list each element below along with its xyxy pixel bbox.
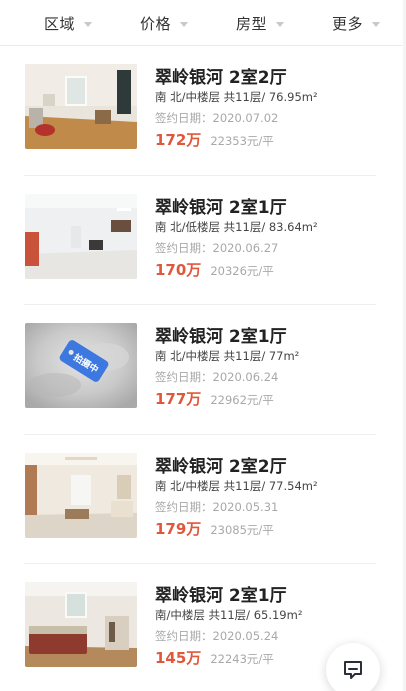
listing-meta: 南 北/低楼层 共11层/ 83.64m² (155, 219, 318, 234)
listing-price: 179万 (155, 519, 202, 538)
filter-area-label: 区域 (44, 14, 76, 33)
listing-price-row: 179万 23085元/平 (155, 518, 274, 539)
listing-unit-price: 22962元/平 (210, 393, 274, 407)
filter-area[interactable]: 区域 (44, 0, 93, 46)
listing-card[interactable]: 翠岭银河 2室2厅 南 北/中楼层 共11层/ 77.54m² 签约日期：202… (0, 435, 406, 564)
listing-unit-price: 22353元/平 (210, 134, 274, 148)
listing-photo[interactable]: 拍摄中 (25, 323, 137, 408)
chat-button[interactable] (326, 643, 380, 691)
listing-photo[interactable] (25, 452, 137, 538)
listing-unit-price: 23085元/平 (210, 522, 274, 537)
listing-title: 翠岭银河 2室1厅 (155, 327, 287, 347)
listing-price: 177万 (155, 390, 202, 408)
caret-down-icon (84, 21, 93, 27)
listing-price: 170万 (155, 260, 202, 279)
filter-layout[interactable]: 房型 (236, 0, 285, 46)
listing-title: 翠岭银河 2室2厅 (155, 456, 287, 477)
listing-photo[interactable] (25, 193, 137, 279)
listing-date: 签约日期：2020.05.31 (155, 499, 279, 514)
listing-date: 签约日期：2020.06.24 (155, 370, 279, 384)
listing-meta: 南 北/中楼层 共11层/ 76.95m² (155, 90, 318, 104)
caret-down-icon (180, 21, 189, 27)
listing-unit-price: 22243元/平 (210, 652, 274, 666)
listing-photo[interactable] (25, 64, 137, 149)
listing-meta: 南 北/中楼层 共11层/ 77m² (155, 349, 300, 363)
listing-price: 145万 (155, 649, 202, 667)
filter-bar: 区域 价格 房型 更多 (0, 0, 406, 46)
listing-meta: 南 北/中楼层 共11层/ 77.54m² (155, 478, 318, 493)
filter-more[interactable]: 更多 (332, 0, 381, 46)
listing-photo[interactable] (25, 582, 137, 667)
badge-hole (67, 348, 75, 356)
listing-date: 签约日期：2020.06.27 (155, 240, 279, 255)
listing-card[interactable]: 翠岭银河 2室1厅 南 北/低楼层 共11层/ 83.64m² 签约日期：202… (0, 176, 406, 305)
listing-card[interactable]: 翠岭银河 2室2厅 南 北/中楼层 共11层/ 76.95m² 签约日期：202… (0, 46, 406, 176)
filter-more-label: 更多 (332, 14, 364, 33)
listing-meta: 南/中楼层 共11层/ 65.19m² (155, 608, 303, 622)
listing-date: 签约日期：2020.05.24 (155, 629, 279, 643)
filter-layout-label: 房型 (236, 14, 268, 33)
caret-down-icon (276, 21, 285, 27)
listing-date: 签约日期：2020.07.02 (155, 111, 279, 125)
caret-down-icon (372, 21, 381, 27)
listing-price-row: 177万 22962元/平 (155, 388, 274, 409)
listing-title: 翠岭银河 2室2厅 (155, 68, 287, 88)
listing-price-row: 172万 22353元/平 (155, 129, 274, 150)
chat-icon (344, 661, 362, 679)
listing-price-row: 170万 20326元/平 (155, 259, 274, 280)
listing-title: 翠岭银河 2室1厅 (155, 197, 287, 218)
filter-price[interactable]: 价格 (140, 0, 189, 46)
listing-card[interactable]: 拍摄中 翠岭银河 2室1厅 南 北/中楼层 共11层/ 77m² 签约日期：20… (0, 305, 406, 435)
listing-unit-price: 20326元/平 (210, 263, 274, 278)
page: 区域 价格 房型 更多 翠岭银河 2室2厅 南 北/中楼层 共11层/ 76.9… (0, 0, 406, 691)
listing-price-row: 145万 22243元/平 (155, 647, 274, 668)
listing-title: 翠岭银河 2室1厅 (155, 586, 287, 606)
listing-price: 172万 (155, 131, 202, 149)
filter-price-label: 价格 (140, 14, 172, 33)
listing-list: 翠岭银河 2室2厅 南 北/中楼层 共11层/ 76.95m² 签约日期：202… (0, 46, 406, 691)
